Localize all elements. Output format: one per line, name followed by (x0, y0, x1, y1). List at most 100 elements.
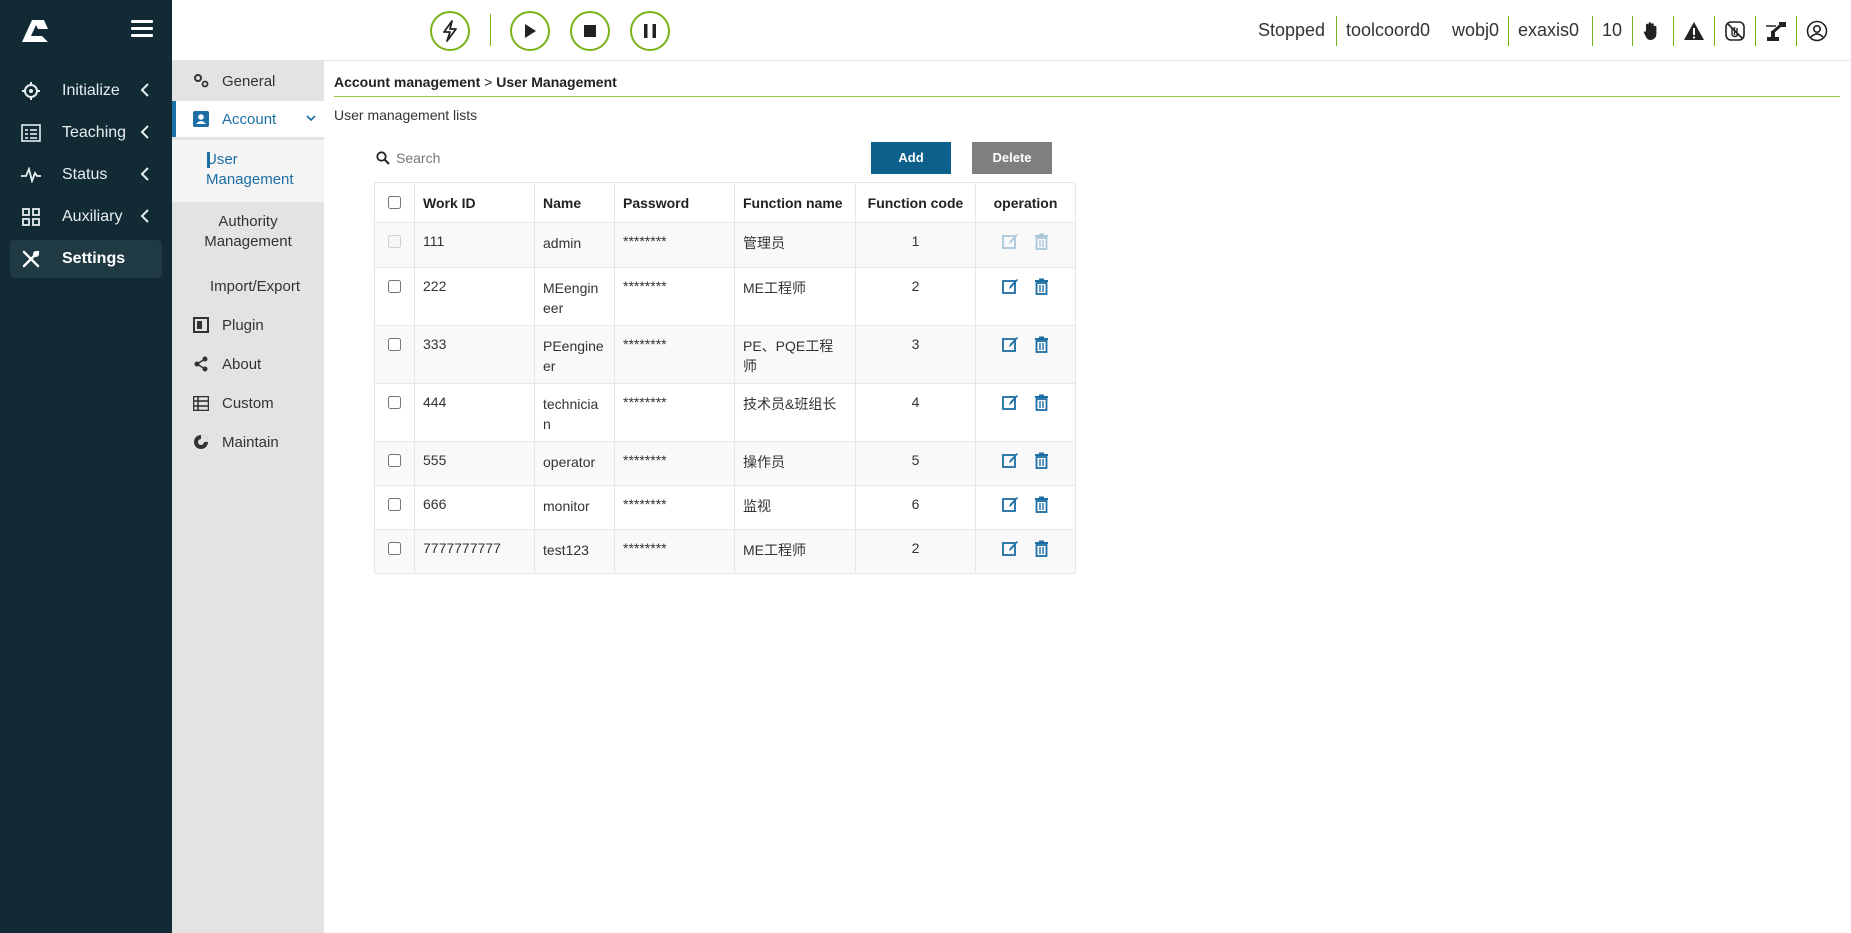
chevron-left-icon (140, 167, 149, 181)
row-checkbox (388, 235, 401, 248)
drag-mode-icon[interactable] (1723, 19, 1747, 43)
add-user-button[interactable]: Add (871, 142, 951, 174)
function-code-cell: 1 (855, 222, 976, 268)
row-checkbox[interactable] (388, 280, 401, 293)
left-navigation: Initialize Teaching Status Auxiliary Set… (0, 0, 172, 933)
work-id-cell: 222 (414, 267, 535, 326)
work-object[interactable]: wobj0 (1452, 20, 1499, 41)
row-select-cell (374, 383, 415, 442)
edit-icon[interactable] (1001, 394, 1019, 411)
subnav-label: Import/Export (209, 278, 301, 295)
row-checkbox[interactable] (388, 454, 401, 467)
status-divider (1673, 16, 1674, 46)
warning-icon[interactable] (1682, 19, 1706, 43)
edit-icon[interactable] (1001, 278, 1019, 295)
subnav-import-export[interactable]: Import/Export (172, 277, 324, 297)
tool-coordinate[interactable]: toolcoord0 (1346, 20, 1430, 41)
operation-cell (975, 222, 1076, 268)
select-all-checkbox[interactable] (388, 195, 401, 209)
nav-item-auxiliary[interactable]: Auxiliary (10, 198, 162, 236)
edit-icon[interactable] (1001, 496, 1019, 513)
trash-icon[interactable] (1033, 540, 1050, 557)
hand-icon[interactable] (1639, 19, 1663, 43)
search-input[interactable] (396, 150, 566, 166)
nav-item-label: Teaching (62, 124, 127, 141)
name-cell: MEengineer (534, 267, 615, 326)
function-name-cell: PE、PQE工程师 (734, 325, 856, 384)
subnav-maintain[interactable]: Maintain (172, 424, 324, 460)
delete-user-button[interactable]: Delete (972, 142, 1052, 174)
function-name-cell: 监视 (734, 485, 856, 530)
chevron-left-icon (140, 209, 149, 223)
menu-toggle-button[interactable] (131, 20, 153, 40)
password-cell: ******** (614, 325, 735, 384)
status-divider (1755, 16, 1756, 46)
work-id-cell: 555 (414, 441, 535, 486)
table-row: 222 MEengineer ******** ME工程师 2 (374, 267, 1076, 326)
row-select-cell (374, 529, 415, 574)
function-code-cell: 2 (855, 529, 976, 574)
name-cell: PEengineer (534, 325, 615, 384)
edit-icon[interactable] (1001, 452, 1019, 469)
column-header-password: Password (614, 182, 735, 223)
play-button[interactable] (510, 11, 550, 51)
subnav-user-management[interactable]: User Management (172, 140, 324, 202)
status-divider (1336, 16, 1337, 46)
work-id-cell: 111 (414, 222, 535, 268)
top-toolbar: Stopped toolcoord0 wobj0 exaxis0 10 (172, 0, 1851, 61)
name-cell: test123 (534, 529, 615, 574)
breadcrumb-underline (334, 96, 1840, 97)
function-name-cell: ME工程师 (734, 267, 856, 326)
nav-item-teaching[interactable]: Teaching (10, 114, 162, 152)
subnav-plugin[interactable]: Plugin (172, 307, 324, 343)
enable-button[interactable] (430, 11, 470, 51)
nav-item-initialize[interactable]: Initialize (10, 72, 162, 110)
function-code-cell: 4 (855, 383, 976, 442)
trash-icon[interactable] (1033, 336, 1050, 353)
pause-icon (644, 24, 656, 38)
subnav-about[interactable]: About (172, 346, 324, 382)
user-avatar-icon[interactable] (1805, 19, 1829, 43)
subnav-label: General (222, 72, 276, 90)
row-select-cell (374, 222, 415, 268)
subnav-general[interactable]: General (172, 63, 324, 99)
work-id-cell: 666 (414, 485, 535, 530)
nav-item-status[interactable]: Status (10, 156, 162, 194)
nav-item-settings[interactable]: Settings (10, 240, 162, 278)
row-checkbox[interactable] (388, 338, 401, 351)
subnav-authority-management[interactable]: Authority Management (172, 212, 324, 252)
trash-icon[interactable] (1033, 278, 1050, 295)
chevron-left-icon (140, 125, 149, 139)
row-checkbox[interactable] (388, 498, 401, 511)
subnav-account[interactable]: Account (172, 101, 324, 137)
chevron-left-icon (140, 83, 149, 97)
operation-cell (975, 529, 1076, 574)
table-row: 555 operator ******** 操作员 5 (374, 441, 1076, 486)
trash-icon (1034, 233, 1048, 250)
robot-arm-icon[interactable] (1764, 19, 1788, 43)
stop-button[interactable] (570, 11, 610, 51)
row-checkbox[interactable] (388, 396, 401, 409)
user-table: Work ID Name Password Function name Func… (374, 182, 1076, 574)
external-axis[interactable]: exaxis0 (1518, 20, 1579, 41)
function-name-cell: 操作员 (734, 441, 856, 486)
breadcrumb-parent[interactable]: Account management (334, 74, 480, 90)
select-all-cell (374, 182, 415, 223)
row-select-cell (374, 325, 415, 384)
row-checkbox[interactable] (388, 542, 401, 555)
function-name-cell: ME工程师 (734, 529, 856, 574)
tools-icon (20, 248, 42, 270)
search-icon (376, 151, 390, 165)
pause-button[interactable] (630, 11, 670, 51)
function-name-cell: 技术员&班组长 (734, 383, 856, 442)
speed-value[interactable]: 10 (1602, 20, 1622, 41)
trash-icon[interactable] (1033, 394, 1050, 411)
edit-icon[interactable] (1001, 540, 1019, 557)
edit-icon[interactable] (1001, 336, 1019, 353)
name-cell: admin (534, 222, 615, 268)
trash-icon[interactable] (1033, 496, 1050, 513)
nav-item-label: Initialize (62, 82, 120, 99)
subnav-custom[interactable]: Custom (172, 385, 324, 421)
table-row: 111 admin ******** 管理员 1 (374, 222, 1076, 268)
trash-icon[interactable] (1033, 452, 1050, 469)
